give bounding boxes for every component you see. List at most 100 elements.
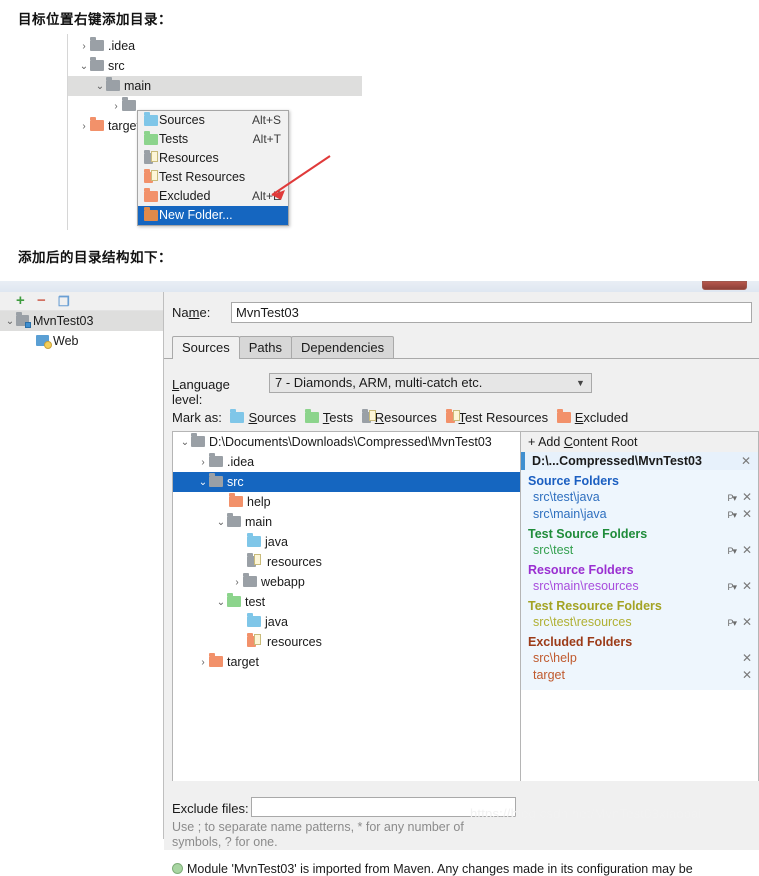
folder-item[interactable]: src\main\resources P▾ ✕ (521, 578, 758, 595)
chevron-right-icon[interactable]: › (110, 97, 122, 117)
chevron-down-icon[interactable]: ▼ (576, 378, 585, 388)
tree-row-child[interactable]: › (110, 96, 140, 116)
tree-row-main-java[interactable]: java (173, 532, 520, 552)
tree-guide-line (67, 34, 68, 230)
close-icon[interactable]: ✕ (742, 489, 752, 506)
tree-row-idea[interactable]: › .idea (78, 36, 135, 56)
close-icon[interactable]: ✕ (742, 506, 752, 523)
tree-row-target[interactable]: › target (78, 116, 140, 136)
folder-path: src\main\java (533, 507, 607, 521)
tree-row-test-java[interactable]: java (173, 612, 520, 632)
chevron-down-icon[interactable]: ⌄ (197, 473, 209, 493)
tree-row-main[interactable]: ⌄ main (94, 76, 151, 96)
tab-paths[interactable]: Paths (238, 336, 292, 359)
chevron-right-icon[interactable]: › (197, 653, 209, 673)
folder-item[interactable]: src\test P▾ ✕ (521, 542, 758, 559)
folder-icon (122, 97, 136, 111)
mark-directory-as-context-menu[interactable]: Sources Alt+S Tests Alt+T Resources Test R… (137, 110, 289, 226)
folder-icon (90, 37, 104, 51)
tab-dependencies[interactable]: Dependencies (290, 336, 395, 359)
tree-row-main-resources[interactable]: resources (173, 552, 520, 572)
package-prefix-icon[interactable]: P▾ (727, 543, 736, 560)
tree-label: java (265, 615, 288, 629)
chevron-right-icon[interactable]: › (197, 453, 209, 473)
tree-row-main[interactable]: ⌄ main (173, 512, 520, 532)
close-icon[interactable]: ✕ (742, 650, 752, 667)
close-icon[interactable]: ✕ (741, 452, 751, 470)
tree-row-idea[interactable]: › .idea (173, 452, 520, 472)
tree-label: help (247, 495, 271, 509)
package-prefix-icon[interactable]: P▾ (727, 615, 736, 632)
blue-folder-icon (247, 533, 261, 547)
menu-item-label: Sources (159, 113, 205, 127)
module-name-input[interactable] (231, 302, 752, 323)
language-level-select[interactable]: 7 - Diamonds, ARM, multi-catch etc. (269, 373, 592, 393)
tree-row-webapp[interactable]: › webapp (173, 572, 520, 592)
close-icon[interactable]: ✕ (742, 578, 752, 595)
folder-item[interactable]: src\main\java P▾ ✕ (521, 506, 758, 523)
menu-item-test-resources[interactable]: Test Resources (138, 168, 288, 187)
tree-row-test-resources[interactable]: resources (173, 632, 520, 652)
remove-module-icon[interactable]: − (37, 293, 46, 308)
mark-as-resources[interactable]: Resources (361, 409, 437, 425)
green-folder-icon (144, 131, 159, 150)
close-icon[interactable]: ✕ (742, 542, 752, 559)
chevron-right-icon[interactable]: › (231, 573, 243, 593)
package-prefix-icon[interactable]: P▾ (727, 579, 736, 596)
resources-folder-icon (247, 553, 261, 567)
chevron-down-icon[interactable]: ⌄ (215, 513, 227, 533)
mark-as-tests[interactable]: Tests (304, 409, 353, 425)
package-prefix-icon[interactable]: P▾ (727, 507, 736, 524)
chevron-down-icon[interactable]: ⌄ (215, 593, 227, 613)
menu-item-new-folder[interactable]: New Folder... (138, 206, 288, 225)
tree-row-src[interactable]: ⌄ src (173, 472, 520, 492)
mark-as-excluded[interactable]: Excluded (556, 409, 628, 425)
tree-row-target[interactable]: › target (173, 652, 520, 672)
blue-folder-icon (144, 112, 159, 131)
mark-as-sources[interactable]: Sources (230, 409, 296, 425)
folder-item[interactable]: src\test\resources P▾ ✕ (521, 614, 758, 631)
mark-as-test-resources[interactable]: Test Resources (445, 409, 548, 425)
chevron-down-icon[interactable]: ⌄ (4, 312, 16, 332)
tree-label: main (124, 79, 152, 93)
module-item-web[interactable]: Web (0, 331, 163, 351)
close-icon[interactable]: ✕ (742, 667, 752, 684)
content-root-header[interactable]: D:\...Compressed\MvnTest03 ✕ (521, 452, 758, 470)
copy-module-icon[interactable]: ❐ (58, 295, 70, 309)
tree-row-content-root[interactable]: ⌄ D:\Documents\Downloads\Compressed\MvnTe… (173, 432, 520, 452)
menu-item-tests[interactable]: Tests Alt+T (138, 130, 288, 149)
chevron-right-icon[interactable]: › (78, 37, 90, 57)
folder-item[interactable]: src\test\java P▾ ✕ (521, 489, 758, 506)
folder-path: src\test (533, 543, 574, 557)
chevron-down-icon[interactable]: ⌄ (179, 433, 191, 453)
menu-item-accelerator: Alt+S (251, 113, 281, 127)
dialog-title-bar[interactable] (0, 281, 759, 292)
add-module-icon[interactable]: + (16, 293, 25, 308)
chevron-right-icon[interactable]: › (78, 117, 90, 137)
content-root-tree[interactable]: ⌄ D:\Documents\Downloads\Compressed\MvnTe… (172, 431, 521, 789)
watermark-text: https://blog.csdn.net/MvnTest03xiaobai (470, 806, 702, 821)
package-prefix-icon[interactable]: P▾ (727, 490, 736, 507)
tree-row-src[interactable]: ⌄ src (78, 56, 125, 76)
menu-item-resources[interactable]: Resources (138, 149, 288, 168)
menu-item-excluded[interactable]: Excluded Alt+E (138, 187, 288, 206)
folder-item[interactable]: src\help ✕ (521, 650, 758, 667)
folder-icon (106, 77, 120, 91)
folder-item[interactable]: target ✕ (521, 667, 758, 684)
language-level-label: Language level: (172, 377, 230, 407)
settings-tabs: Sources Paths Dependencies (172, 336, 395, 359)
tree-row-test[interactable]: ⌄ test (173, 592, 520, 612)
tree-label: main (245, 515, 273, 529)
module-item-mvntest03[interactable]: ⌄ MvnTest03 (0, 311, 163, 331)
close-icon[interactable]: ✕ (742, 614, 752, 631)
chevron-down-icon[interactable]: ⌄ (78, 57, 90, 77)
add-content-root-button[interactable]: + Add Content Root (521, 432, 758, 452)
close-window-button[interactable] (702, 281, 747, 290)
tree-row-help[interactable]: help (173, 492, 520, 512)
tab-sources[interactable]: Sources (172, 336, 240, 359)
folder-icon (90, 117, 104, 131)
chevron-down-icon[interactable]: ⌄ (94, 77, 106, 97)
menu-item-sources[interactable]: Sources Alt+S (138, 111, 288, 130)
module-name-row: Name: (172, 302, 752, 324)
module-import-note-text: Module 'MvnTest03' is imported from Mave… (187, 862, 693, 876)
